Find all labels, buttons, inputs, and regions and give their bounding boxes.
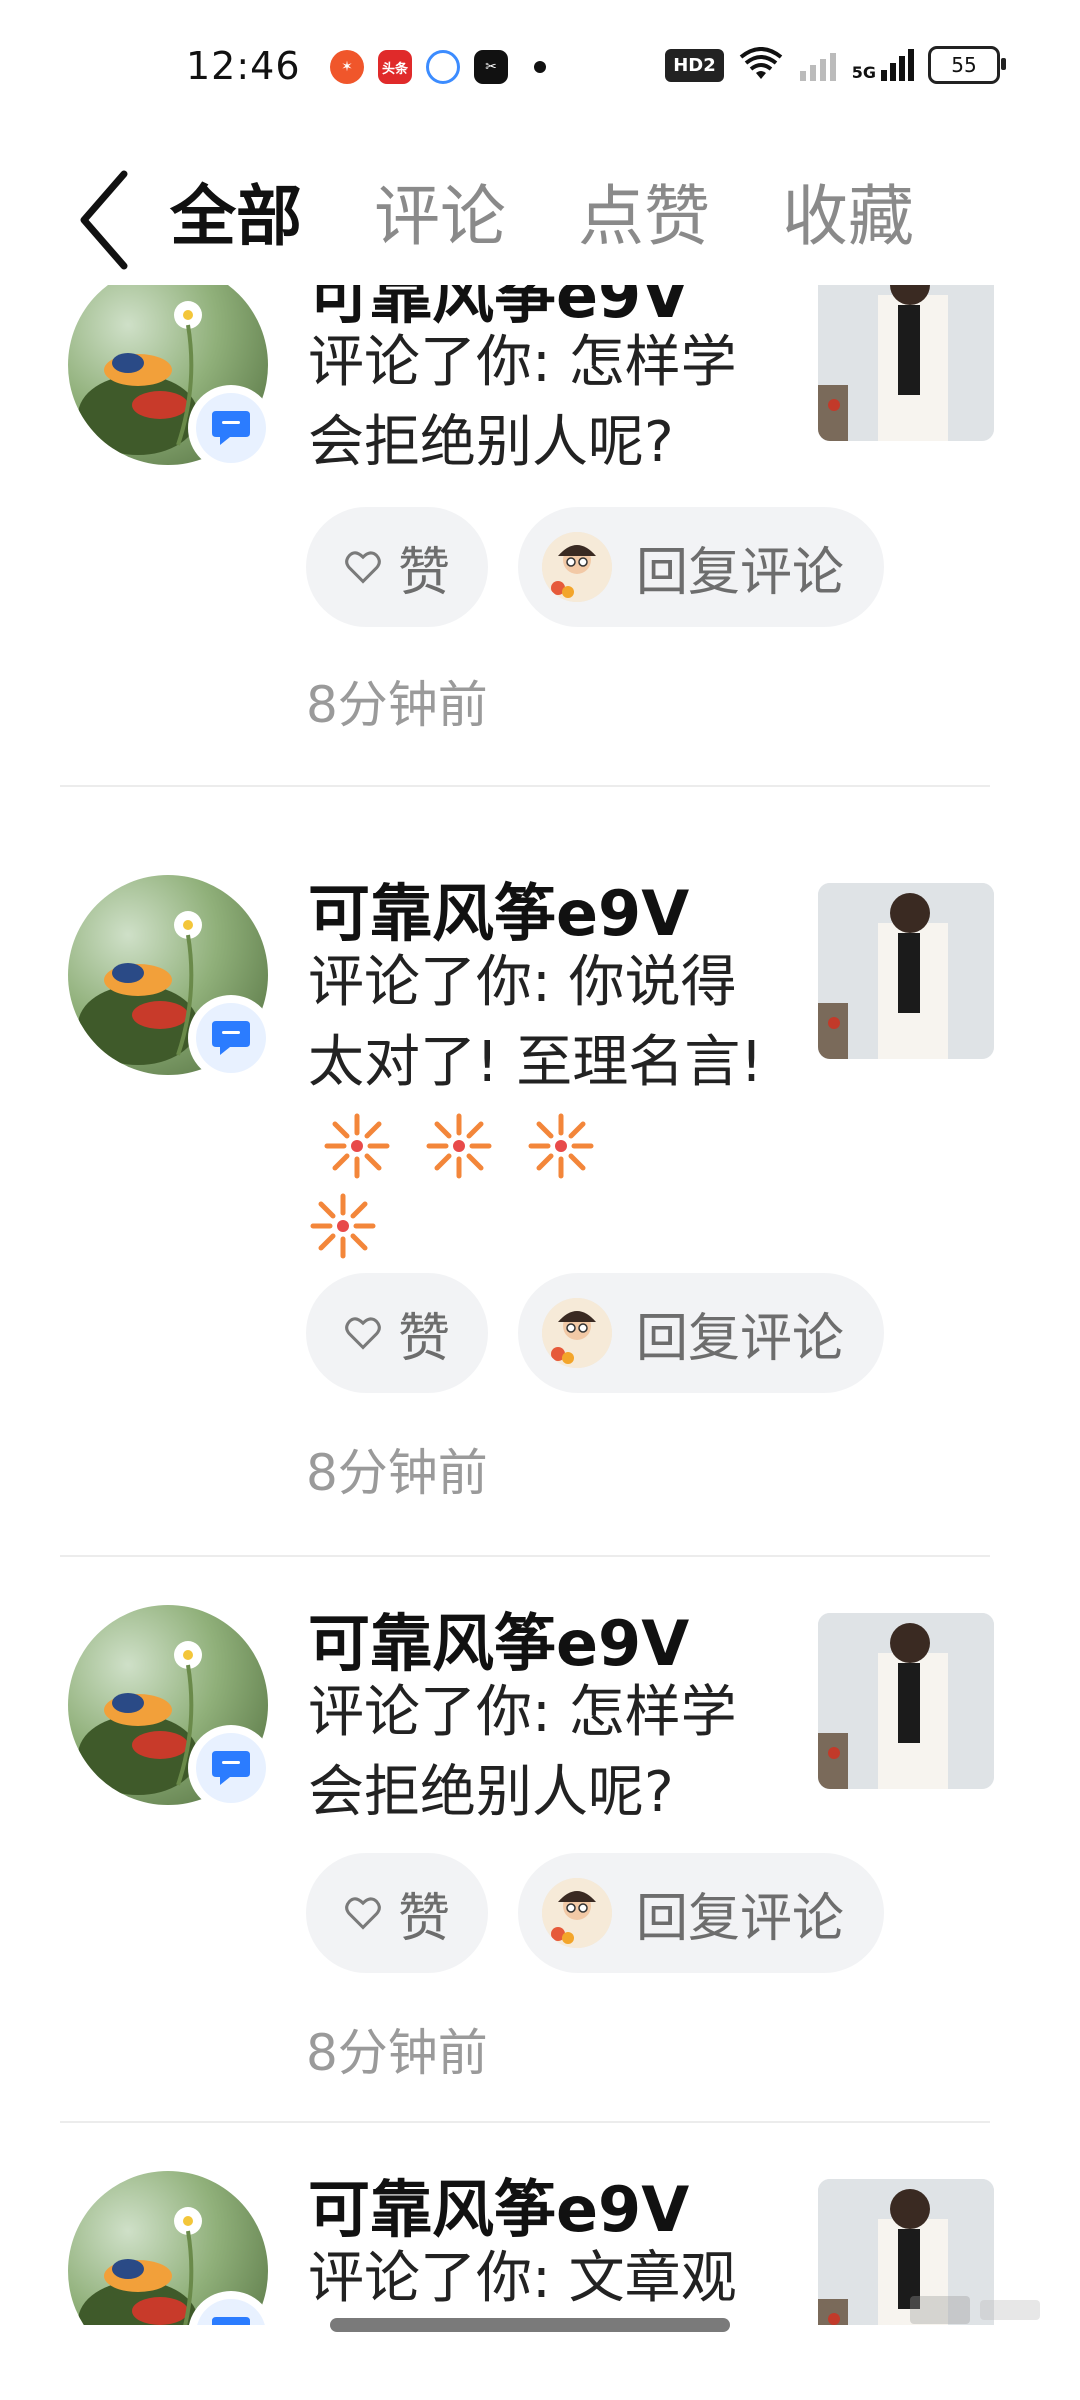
back-button[interactable]	[72, 160, 142, 280]
chevron-left-icon	[80, 170, 128, 270]
post-thumbnail[interactable]	[818, 285, 994, 441]
user-avatar[interactable]	[68, 285, 274, 471]
my-avatar	[542, 1298, 612, 1368]
comment-text[interactable]: 评论了你: 文章观点很实用	[308, 2239, 788, 2325]
signal-weak-icon	[799, 53, 836, 81]
chat-bubble-icon	[212, 1751, 250, 1785]
watermark-logo	[910, 2296, 1040, 2324]
reply-comment-button[interactable]: 回复评论	[518, 507, 885, 627]
capcut-icon: ✂	[474, 50, 508, 84]
divider	[60, 785, 990, 787]
action-row: 赞 回复评论	[306, 507, 885, 627]
chat-bubble-icon	[212, 2317, 250, 2325]
firework-emoji-icon	[310, 1193, 376, 1259]
heart-icon	[345, 1317, 381, 1350]
status-app-icons: ✶ 头条 ✂	[330, 50, 546, 84]
camera-app-icon	[426, 50, 460, 84]
chat-bubble-icon	[212, 411, 250, 445]
home-indicator[interactable]	[330, 2318, 730, 2332]
post-thumbnail[interactable]	[818, 1613, 994, 1789]
user-name[interactable]: 可靠风筝e9V	[308, 863, 689, 953]
toutiao-icon: 头条	[378, 50, 412, 84]
post-thumbnail[interactable]	[818, 883, 994, 1059]
timestamp: 8分钟前	[306, 1444, 488, 1502]
notification-feed[interactable]: 可靠风筝e9V 评论了你: 怎样学会拒绝别人呢? 赞 回复评论 8分钟前 可靠风…	[0, 285, 1080, 2325]
timestamp: 8分钟前	[306, 2024, 488, 2082]
reply-label: 回复评论	[636, 1308, 845, 1369]
firework-emoji-icon	[426, 1113, 492, 1179]
list-item[interactable]: 可靠风筝e9V 评论了你: 怎样学会拒绝别人呢? 赞 回复评论 8分钟前	[0, 1555, 1080, 2125]
more-notifications-dot	[534, 61, 546, 73]
user-name[interactable]: 可靠风筝e9V	[308, 1593, 689, 1683]
signal-5g-icon: 5G	[852, 48, 914, 82]
action-row: 赞 回复评论	[306, 1853, 885, 1973]
reply-label: 回复评论	[636, 1888, 845, 1949]
tab-favorites[interactable]: 收藏	[782, 162, 914, 272]
weibo-icon: ✶	[330, 50, 364, 84]
chat-bubble-icon	[212, 1021, 250, 1055]
header: 全部 评论 点赞 收藏	[0, 140, 1080, 300]
list-item[interactable]: 可靠风筝e9V 评论了你: 你说得太对了! 至理名言! 赞 回复评论 8分钟前	[0, 825, 1080, 1557]
like-button[interactable]: 赞	[306, 1853, 488, 1973]
heart-icon	[345, 551, 381, 584]
status-bar: 12:46 ✶ 头条 ✂ HD2 5G 55	[0, 0, 1080, 140]
my-avatar	[542, 532, 612, 602]
tab-bar: 全部 评论 点赞 收藏	[170, 162, 914, 272]
user-avatar[interactable]	[68, 875, 274, 1081]
heart-icon	[345, 1897, 381, 1930]
comment-text[interactable]: 评论了你: 怎样学会拒绝别人呢?	[308, 1673, 788, 1833]
wifi-icon	[739, 47, 782, 79]
tab-likes[interactable]: 点赞	[578, 162, 710, 272]
like-label: 赞	[397, 542, 450, 603]
user-name[interactable]: 可靠风筝e9V	[308, 2159, 689, 2249]
tab-all[interactable]: 全部	[170, 162, 302, 272]
status-time: 12:46	[186, 44, 301, 88]
system-icons: HD2 5G 55	[665, 46, 1006, 84]
firework-emoji-icon	[324, 1113, 390, 1179]
timestamp: 8分钟前	[306, 676, 488, 734]
like-label: 赞	[397, 1308, 450, 1369]
my-avatar	[542, 1878, 612, 1948]
comment-text[interactable]: 评论了你: 怎样学会拒绝别人呢?	[308, 323, 788, 483]
battery-indicator: 55	[928, 46, 1006, 84]
comment-text[interactable]: 评论了你: 你说得太对了! 至理名言!	[308, 943, 788, 1263]
user-avatar[interactable]	[68, 2171, 274, 2325]
reply-comment-button[interactable]: 回复评论	[518, 1273, 885, 1393]
hd-badge: HD2	[665, 48, 724, 82]
reply-label: 回复评论	[636, 542, 845, 603]
firework-emoji-icon	[528, 1113, 594, 1179]
like-label: 赞	[397, 1888, 450, 1949]
comment-body: 评论了你: 你说得太对了! 至理名言!	[308, 950, 763, 1095]
reply-comment-button[interactable]: 回复评论	[518, 1853, 885, 1973]
like-button[interactable]: 赞	[306, 1273, 488, 1393]
tab-comments[interactable]: 评论	[374, 162, 506, 272]
action-row: 赞 回复评论	[306, 1273, 885, 1393]
list-item[interactable]: 可靠风筝e9V 评论了你: 怎样学会拒绝别人呢? 赞 回复评论 8分钟前	[0, 285, 1080, 805]
comment-badge	[188, 995, 274, 1081]
user-avatar[interactable]	[68, 1605, 274, 1811]
comment-badge	[188, 385, 274, 471]
like-button[interactable]: 赞	[306, 507, 488, 627]
comment-badge	[188, 1725, 274, 1811]
